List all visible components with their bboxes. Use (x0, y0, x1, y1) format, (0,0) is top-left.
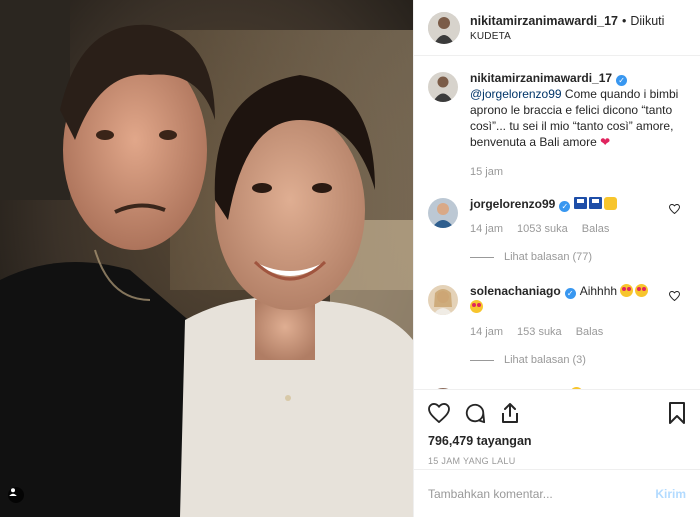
posted-time[interactable]: 15 JAM YANG LALU (428, 456, 686, 466)
view-replies-button[interactable]: Lihat balasan (77) (470, 249, 686, 265)
bookmark-icon (669, 402, 685, 424)
caption-item: nikitamirzanimawardi_17 ✓ @jorgelorenzo99… (428, 70, 686, 180)
comment-time[interactable]: 14 jam (470, 221, 503, 237)
comment-input[interactable] (428, 486, 656, 501)
verified-badge-icon: ✓ (564, 288, 576, 299)
author-avatar[interactable] (428, 11, 460, 44)
view-replies-label: Lihat balasan (77) (504, 251, 593, 263)
flag-emoji (574, 197, 588, 209)
user-tag-icon (9, 488, 17, 496)
save-button[interactable] (668, 402, 686, 424)
author-username[interactable]: nikitamirzanimawardi_17 (470, 14, 618, 28)
comment-item: malvianobertoldi (428, 386, 686, 389)
comment-likes[interactable]: 1053 suka (517, 221, 568, 237)
following-button[interactable]: Diikuti (630, 14, 664, 28)
commenter-username[interactable]: malvianobertoldi (470, 387, 566, 389)
add-comment-form: Kirim (414, 469, 700, 517)
post-container: nikitamirzanimawardi_17 • Diikuti KUDETA (0, 0, 700, 517)
verified-badge-icon: ✓ (616, 75, 628, 86)
reply-button[interactable]: Balas (576, 324, 604, 340)
comment-item: jorgelorenzo99 ✓ 14 jam 1053 suka Balas L… (428, 196, 686, 265)
comments-list[interactable]: nikitamirzanimawardi_17 ✓ @jorgelorenzo99… (414, 56, 700, 389)
views-count[interactable]: 796,479 tayangan (428, 434, 686, 448)
red-heart-emoji: ❤ (600, 135, 611, 149)
replies-divider (470, 256, 494, 258)
heart-eyes-emoji (570, 387, 584, 389)
commenter-username[interactable]: jorgelorenzo99 (470, 197, 555, 211)
view-replies-button[interactable]: Lihat balasan (3) (470, 352, 686, 368)
caption-text: nikitamirzanimawardi_17 ✓ @jorgelorenzo99… (470, 70, 686, 180)
comment-text: Aihhhh (579, 284, 618, 298)
location-link[interactable]: KUDETA (470, 31, 664, 42)
comment-item: solenachaniago ✓ Aihhhh 14 jam 153 suka Ba… (428, 283, 686, 368)
replies-divider (470, 359, 494, 361)
comment-icon (465, 403, 486, 424)
verified-badge-icon: ✓ (559, 201, 571, 212)
heart-eyes-emoji (635, 284, 649, 297)
reply-button[interactable]: Balas (582, 221, 610, 237)
commenter-avatar[interactable] (428, 285, 458, 315)
share-icon (502, 403, 518, 423)
selfie-photo (0, 0, 413, 517)
flag-emoji (589, 197, 603, 209)
heart-eyes-emoji (620, 284, 634, 297)
comment-time[interactable]: 14 jam (470, 324, 503, 340)
commenter-avatar[interactable] (428, 388, 458, 389)
header-separator: • (621, 13, 627, 28)
caption-mention[interactable]: @jorgelorenzo99 (470, 87, 562, 101)
user-tag-button[interactable] (8, 487, 24, 503)
share-button[interactable] (500, 402, 520, 424)
heart-eyes-emoji (470, 300, 483, 313)
post-actions: 796,479 tayangan 15 JAM YANG LALU (414, 389, 700, 469)
post-header: nikitamirzanimawardi_17 • Diikuti KUDETA (414, 0, 700, 56)
caption-username[interactable]: nikitamirzanimawardi_17 (470, 71, 612, 85)
post-comment-button[interactable]: Kirim (655, 487, 686, 501)
comment-button[interactable] (464, 402, 486, 424)
commenter-avatar[interactable] (428, 198, 458, 228)
like-button[interactable] (428, 403, 450, 423)
post-side-panel: nikitamirzanimawardi_17 • Diikuti KUDETA (413, 0, 700, 517)
view-replies-label: Lihat balasan (3) (504, 354, 586, 366)
comment-likes[interactable]: 153 suka (517, 324, 562, 340)
post-media[interactable] (0, 0, 413, 517)
caption-time[interactable]: 15 jam (470, 164, 503, 180)
like-comment-icon[interactable] (669, 291, 680, 301)
caption-avatar[interactable] (428, 72, 458, 102)
heart-icon (428, 403, 450, 423)
commenter-username[interactable]: solenachaniago (470, 284, 561, 298)
like-comment-icon[interactable] (669, 204, 680, 214)
raised-hands-emoji (604, 197, 618, 210)
